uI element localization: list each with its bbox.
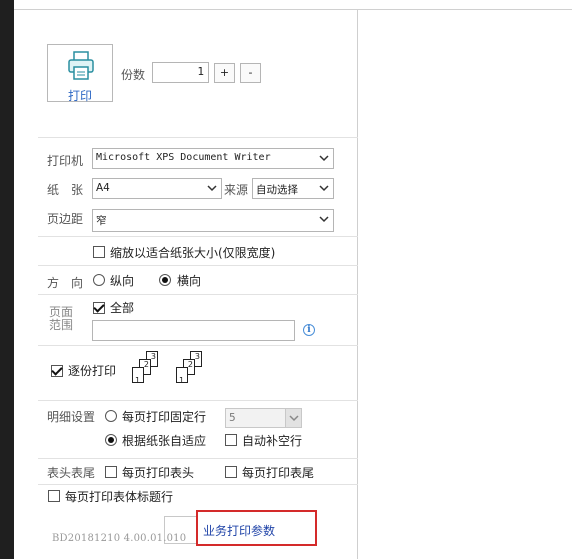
chevron-down-icon bbox=[207, 185, 217, 192]
auto-fill-checkbox[interactable] bbox=[225, 434, 237, 446]
page-1: 1 bbox=[132, 367, 144, 385]
fixed-rows-label: 每页打印固定行 bbox=[122, 410, 207, 424]
landscape-radio[interactable] bbox=[159, 274, 171, 286]
chevron-down-icon bbox=[319, 155, 329, 162]
print-header-label: 每页打印表头 bbox=[122, 466, 195, 480]
source-label: 来源 bbox=[224, 183, 249, 197]
margin-select[interactable]: 窄 bbox=[92, 209, 334, 232]
print-footer-label: 每页打印表尾 bbox=[242, 466, 315, 480]
collate-checkbox[interactable] bbox=[51, 365, 63, 377]
divider bbox=[38, 400, 358, 401]
landscape-label: 横向 bbox=[177, 274, 202, 288]
divider bbox=[38, 345, 358, 346]
printer-icon bbox=[68, 51, 94, 80]
chevron-down-icon bbox=[319, 216, 329, 223]
copies-decrement-button[interactable]: - bbox=[240, 63, 261, 83]
print-preview-area bbox=[359, 10, 572, 559]
paper-select[interactable]: A4 bbox=[92, 178, 222, 199]
chevron-down-icon bbox=[285, 409, 301, 427]
copies-label: 份数 bbox=[121, 68, 146, 82]
print-button-label: 打印 bbox=[67, 89, 92, 103]
auto-fit-label: 根据纸张自适应 bbox=[122, 434, 207, 448]
print-footer-checkbox[interactable] bbox=[225, 466, 237, 478]
auto-fill-label: 自动补空行 bbox=[242, 434, 303, 448]
paper-label: 纸 张 bbox=[47, 183, 84, 197]
print-header-checkbox[interactable] bbox=[105, 466, 117, 478]
page-1: 1 bbox=[176, 367, 188, 385]
collate-stack-1: 3 2 1 bbox=[132, 351, 168, 395]
portrait-label: 纵向 bbox=[110, 274, 135, 288]
print-button[interactable]: 打印 bbox=[47, 44, 113, 103]
margin-label: 页边距 bbox=[47, 212, 84, 226]
auto-fit-radio[interactable] bbox=[105, 434, 117, 446]
print-settings-panel: 打印 份数 1 + - 打印机 Microsoft XPS Document W… bbox=[14, 10, 358, 559]
page-range-all-checkbox[interactable] bbox=[93, 302, 105, 314]
business-print-params-label: 业务打印参数 bbox=[203, 524, 276, 538]
page-range-label-line2: 范围 bbox=[49, 318, 74, 332]
divider bbox=[38, 294, 358, 295]
fixed-rows-value: 5 bbox=[229, 412, 236, 424]
version-label: BD20181210 4.00.01.010 bbox=[52, 533, 187, 544]
fit-paper-label: 缩放以适合纸张大小(仅限宽度) bbox=[110, 246, 276, 260]
page-range-input[interactable] bbox=[92, 320, 295, 341]
divider bbox=[38, 458, 358, 459]
orientation-label: 方 向 bbox=[47, 276, 84, 290]
margin-select-value: 窄 bbox=[96, 215, 107, 227]
fixed-rows-radio[interactable] bbox=[105, 410, 117, 422]
copies-increment-button[interactable]: + bbox=[214, 63, 235, 83]
info-icon[interactable]: i bbox=[303, 324, 315, 336]
paper-select-value: A4 bbox=[96, 182, 110, 194]
table-title-label: 每页打印表体标题行 bbox=[65, 490, 174, 504]
header-footer-label: 表头表尾 bbox=[47, 466, 96, 480]
divider bbox=[38, 265, 358, 266]
business-print-params-button[interactable]: 业务打印参数 bbox=[196, 510, 317, 546]
page-range-all-label: 全部 bbox=[110, 301, 135, 315]
collate-label: 逐份打印 bbox=[68, 364, 117, 378]
chevron-down-icon bbox=[319, 185, 329, 192]
divider bbox=[38, 236, 358, 237]
collate-stack-2: 3 2 1 bbox=[176, 351, 212, 395]
table-title-checkbox[interactable] bbox=[48, 490, 60, 502]
printer-label: 打印机 bbox=[47, 154, 84, 168]
fixed-rows-select[interactable]: 5 bbox=[225, 408, 302, 428]
source-select-value: 自动选择 bbox=[256, 184, 298, 196]
copies-input[interactable]: 1 bbox=[152, 62, 209, 83]
printer-select[interactable]: Microsoft XPS Document Writer bbox=[92, 148, 334, 169]
divider bbox=[38, 484, 358, 485]
window-edge bbox=[0, 0, 14, 559]
source-select[interactable]: 自动选择 bbox=[252, 178, 334, 199]
divider bbox=[38, 137, 358, 138]
portrait-radio[interactable] bbox=[93, 274, 105, 286]
printer-select-value: Microsoft XPS Document Writer bbox=[96, 152, 271, 163]
fit-paper-checkbox[interactable] bbox=[93, 246, 105, 258]
detail-label: 明细设置 bbox=[47, 410, 96, 424]
